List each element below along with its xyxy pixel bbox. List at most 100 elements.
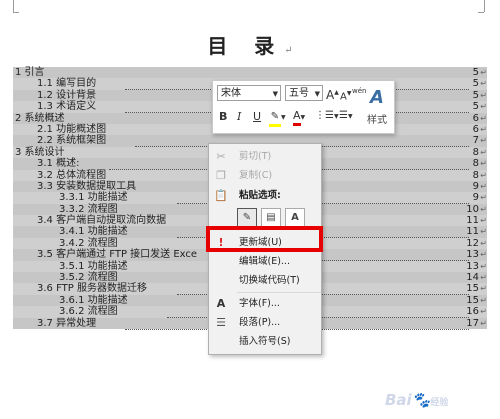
grow-font-button[interactable]: A▲ [326,86,339,102]
paragraph-mark: ↵ [480,204,487,214]
paragraph-icon: ☰ [216,316,226,329]
paragraph-mark: ↵ [480,284,487,294]
paragraph-mark: ↵ [480,90,487,100]
paragraph-mark: ↵ [480,68,487,77]
toc-entry-text: 1.3 术语定义 [37,101,97,113]
paragraph-mark: ↵ [480,136,487,146]
bold-button[interactable]: B [219,110,227,124]
toc-page-number: 8 [472,158,479,170]
paste-keep-formatting-icon[interactable]: ✎ [237,208,257,228]
toc-entry-text: 3.3 安装数据提取工具 [37,180,137,192]
toc-entry-text: 2.1 功能概述图 [37,123,107,135]
clipboard-icon: 📋 [214,189,228,202]
paragraph-mark: ↵ [480,261,487,271]
toc-page-number: 11 [466,215,479,227]
page-corner-mark [13,0,14,12]
chevron-down-icon: ▼ [314,90,320,98]
toc-page-number: 16 [466,306,479,318]
toc-page-number: 5 [472,78,479,90]
toc-title: 目 录↵ [0,30,500,59]
font-name-value: 宋体 [221,88,241,99]
italic-button[interactable]: I [237,110,241,124]
paragraph-mark: ↵ [480,159,487,169]
highlight-color-button[interactable]: ✎ ▼ [269,109,286,127]
paste-text-only-icon[interactable]: A [285,208,305,228]
toc-page-number: 7 [472,135,479,147]
toc-entry-text: 3 系统设计 [15,146,65,158]
toc-entry[interactable]: 1 引言 5 ↵ [13,67,487,79]
paragraph-mark: ↵ [480,147,487,157]
chevron-down-icon: ▼ [272,90,278,98]
toc-page-number: 10 [466,203,479,215]
styles-icon: A [370,87,384,108]
menu-item-cut[interactable]: ✂ 剪切(T) [209,148,321,166]
toc-page-number: 9 [472,192,479,204]
toc-page-number: 8 [472,169,479,181]
paragraph-mark: ↵ [480,170,487,180]
paragraph-mark: ↵ [480,238,487,248]
toc-title-text: 目 录 [207,34,285,58]
paragraph-mark: ↵ [480,250,487,260]
shrink-font-button[interactable]: A▼ [340,87,351,104]
styles-label: 样式 [367,115,387,126]
toc-page-number: 17 [466,317,479,329]
menu-item-edit-field[interactable]: 编辑域(E)... [209,253,321,271]
paste-merge-formatting-icon[interactable]: ▤ [261,208,281,228]
paragraph-mark: ↵ [480,295,487,305]
paragraph-mark: ↵ [480,102,487,112]
bullets-button[interactable]: ⋮☰▼ [315,109,339,124]
page-corner-mark [484,0,485,12]
toc-page-number: 12 [466,237,479,249]
toc-entry-text: 1.1 编写目的 [37,78,97,90]
menu-item-paragraph[interactable]: ☰ 段落(P)... [209,314,321,332]
toc-entry-text: 3.2 总体流程图 [37,169,107,181]
paw-icon: 🐾 [411,391,431,409]
baidu-watermark: Bai🐾经验 [385,391,449,409]
toc-entry-text: 3.4.1 功能描述 [59,226,128,238]
toc-page-number: 14 [466,272,479,284]
font-icon: A [216,297,226,310]
highlighter-icon: ✎ [269,110,281,127]
font-color-button[interactable]: A▼ [293,109,305,126]
paragraph-mark: ↵ [284,45,293,56]
numbering-button[interactable]: ☰▼ [339,109,353,124]
numbering-icon: ☰ [339,110,348,121]
paragraph-mark: ↵ [480,307,487,317]
toc-entry-text: 3.5.1 功能描述 [59,260,128,272]
toc-entry-text: 1 引言 [15,67,45,78]
toc-entry-text: 3.1 概述: [37,158,80,170]
toc-entry-text: 3.6.2 流程图 [59,306,118,318]
paragraph-mark: ↵ [480,227,487,237]
font-name-select[interactable]: 宋体 ▼ [217,85,281,101]
toc-page-number: 15 [466,283,479,295]
paragraph-mark: ↵ [480,273,487,283]
toc-entry-text: 2.2 系统框架图 [37,135,107,147]
menu-item-insert-symbol[interactable]: 插入符号(S) [209,333,321,351]
toc-page-number: 9 [472,180,479,192]
paragraph-mark: ↵ [480,216,487,226]
toc-entry-text: 3.7 异常处理 [37,317,97,329]
paragraph-mark: ↵ [480,181,487,191]
font-size-value: 五号 [289,88,309,99]
styles-button[interactable]: A 样式 [363,85,391,129]
menu-item-toggle-field-codes[interactable]: 切换域代码(T) [209,272,321,290]
paragraph-mark: ↵ [480,193,487,203]
paragraph-mark: ↵ [480,79,487,89]
toc-entry-text: 1.2 设计背景 [37,89,97,101]
toc-entry-text: 3.6.1 功能描述 [59,294,128,306]
scissors-icon: ✂ [216,150,226,163]
font-size-select[interactable]: 五号 ▼ [285,85,323,101]
toc-entry-text: 3.3.1 功能描述 [59,192,128,204]
paragraph-mark: ↵ [480,318,487,328]
menu-item-copy[interactable]: ❐ 复制(C) [209,167,321,185]
toc-page-number: 8 [472,146,479,158]
underline-button[interactable]: U [253,110,261,124]
menu-separator [237,292,321,293]
paste-options-header: 📋 粘贴选项: [209,187,321,205]
toc-entry-text: 3.4 客户端自动提取流向数据 [37,215,167,227]
toc-page-number: 5 [472,101,479,113]
toc-entry-text: 3.5 客户端通过 FTP 接口发送 Exce [37,249,198,261]
mini-toolbar: 宋体 ▼ 五号 ▼ A▲ A▼ wén B I U ✎ ▼ A▼ ⋮☰▼ ☰▼ A… [212,80,395,134]
page-corner-mark [13,12,19,13]
menu-item-font[interactable]: A 字体(F)... [209,295,321,313]
